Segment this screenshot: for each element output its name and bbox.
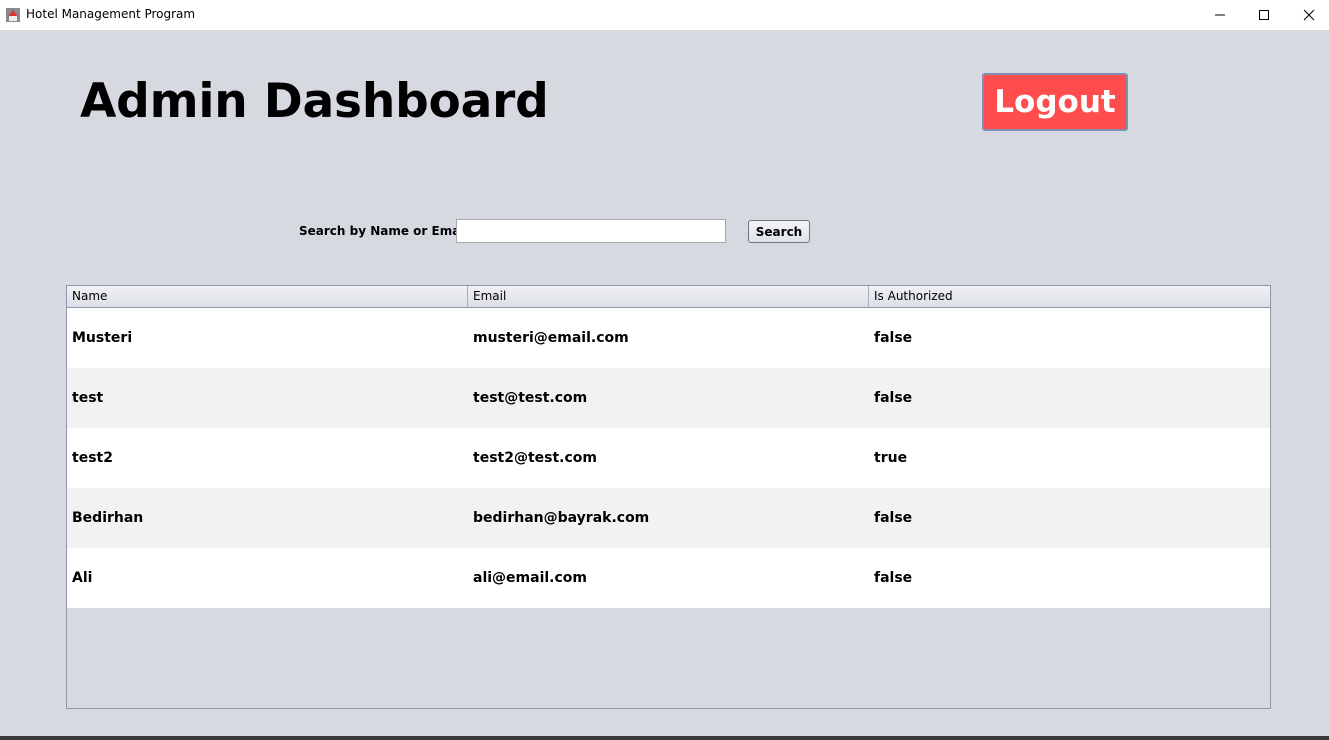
column-header-is-authorized[interactable]: Is Authorized — [869, 286, 1270, 307]
minimize-button[interactable] — [1197, 0, 1243, 30]
table-body: Musteri musteri@email.com false test tes… — [67, 308, 1270, 608]
cell-email: bedirhan@bayrak.com — [473, 510, 650, 526]
java-app-icon — [6, 8, 20, 22]
cell-is-authorized: false — [874, 510, 913, 526]
search-button[interactable]: Search — [748, 220, 810, 243]
maximize-button[interactable] — [1241, 0, 1287, 30]
close-button[interactable] — [1286, 0, 1329, 30]
table-row[interactable]: Ali ali@email.com false — [67, 548, 1270, 608]
minimize-icon — [1215, 14, 1225, 16]
cell-email: ali@email.com — [473, 570, 587, 586]
table-row[interactable]: test2 test2@test.com true — [67, 428, 1270, 488]
close-icon — [1303, 9, 1315, 21]
users-table[interactable]: Name Email Is Authorized Musteri musteri… — [66, 285, 1271, 709]
cell-email: test@test.com — [473, 390, 588, 406]
table-row[interactable]: Musteri musteri@email.com false — [67, 308, 1270, 368]
maximize-icon — [1259, 10, 1269, 20]
cell-is-authorized: false — [874, 330, 913, 346]
taskbar-edge — [0, 736, 1329, 740]
cell-email: test2@test.com — [473, 450, 597, 466]
table-row[interactable]: test test@test.com false — [67, 368, 1270, 428]
cell-email: musteri@email.com — [473, 330, 629, 346]
table-header: Name Email Is Authorized — [67, 286, 1270, 308]
cell-name: Musteri — [72, 330, 133, 346]
search-input[interactable] — [456, 219, 726, 243]
cell-is-authorized: false — [874, 390, 913, 406]
column-header-email[interactable]: Email — [468, 286, 869, 307]
logout-button[interactable]: Logout — [982, 73, 1128, 131]
cell-is-authorized: true — [874, 450, 908, 466]
column-header-name[interactable]: Name — [67, 286, 468, 307]
search-label: Search by Name or Email — [299, 224, 469, 238]
dashboard-panel: Admin Dashboard Logout Search by Name or… — [0, 30, 1329, 736]
table-row[interactable]: Bedirhan bedirhan@bayrak.com false — [67, 488, 1270, 548]
window-title: Hotel Management Program — [26, 7, 196, 21]
cell-name: test2 — [72, 450, 113, 466]
page-title: Admin Dashboard — [80, 74, 549, 129]
cell-is-authorized: false — [874, 570, 913, 586]
cell-name: Ali — [72, 570, 93, 586]
window-title-bar: Hotel Management Program — [0, 0, 1329, 30]
cell-name: test — [72, 390, 104, 406]
cell-name: Bedirhan — [72, 510, 144, 526]
